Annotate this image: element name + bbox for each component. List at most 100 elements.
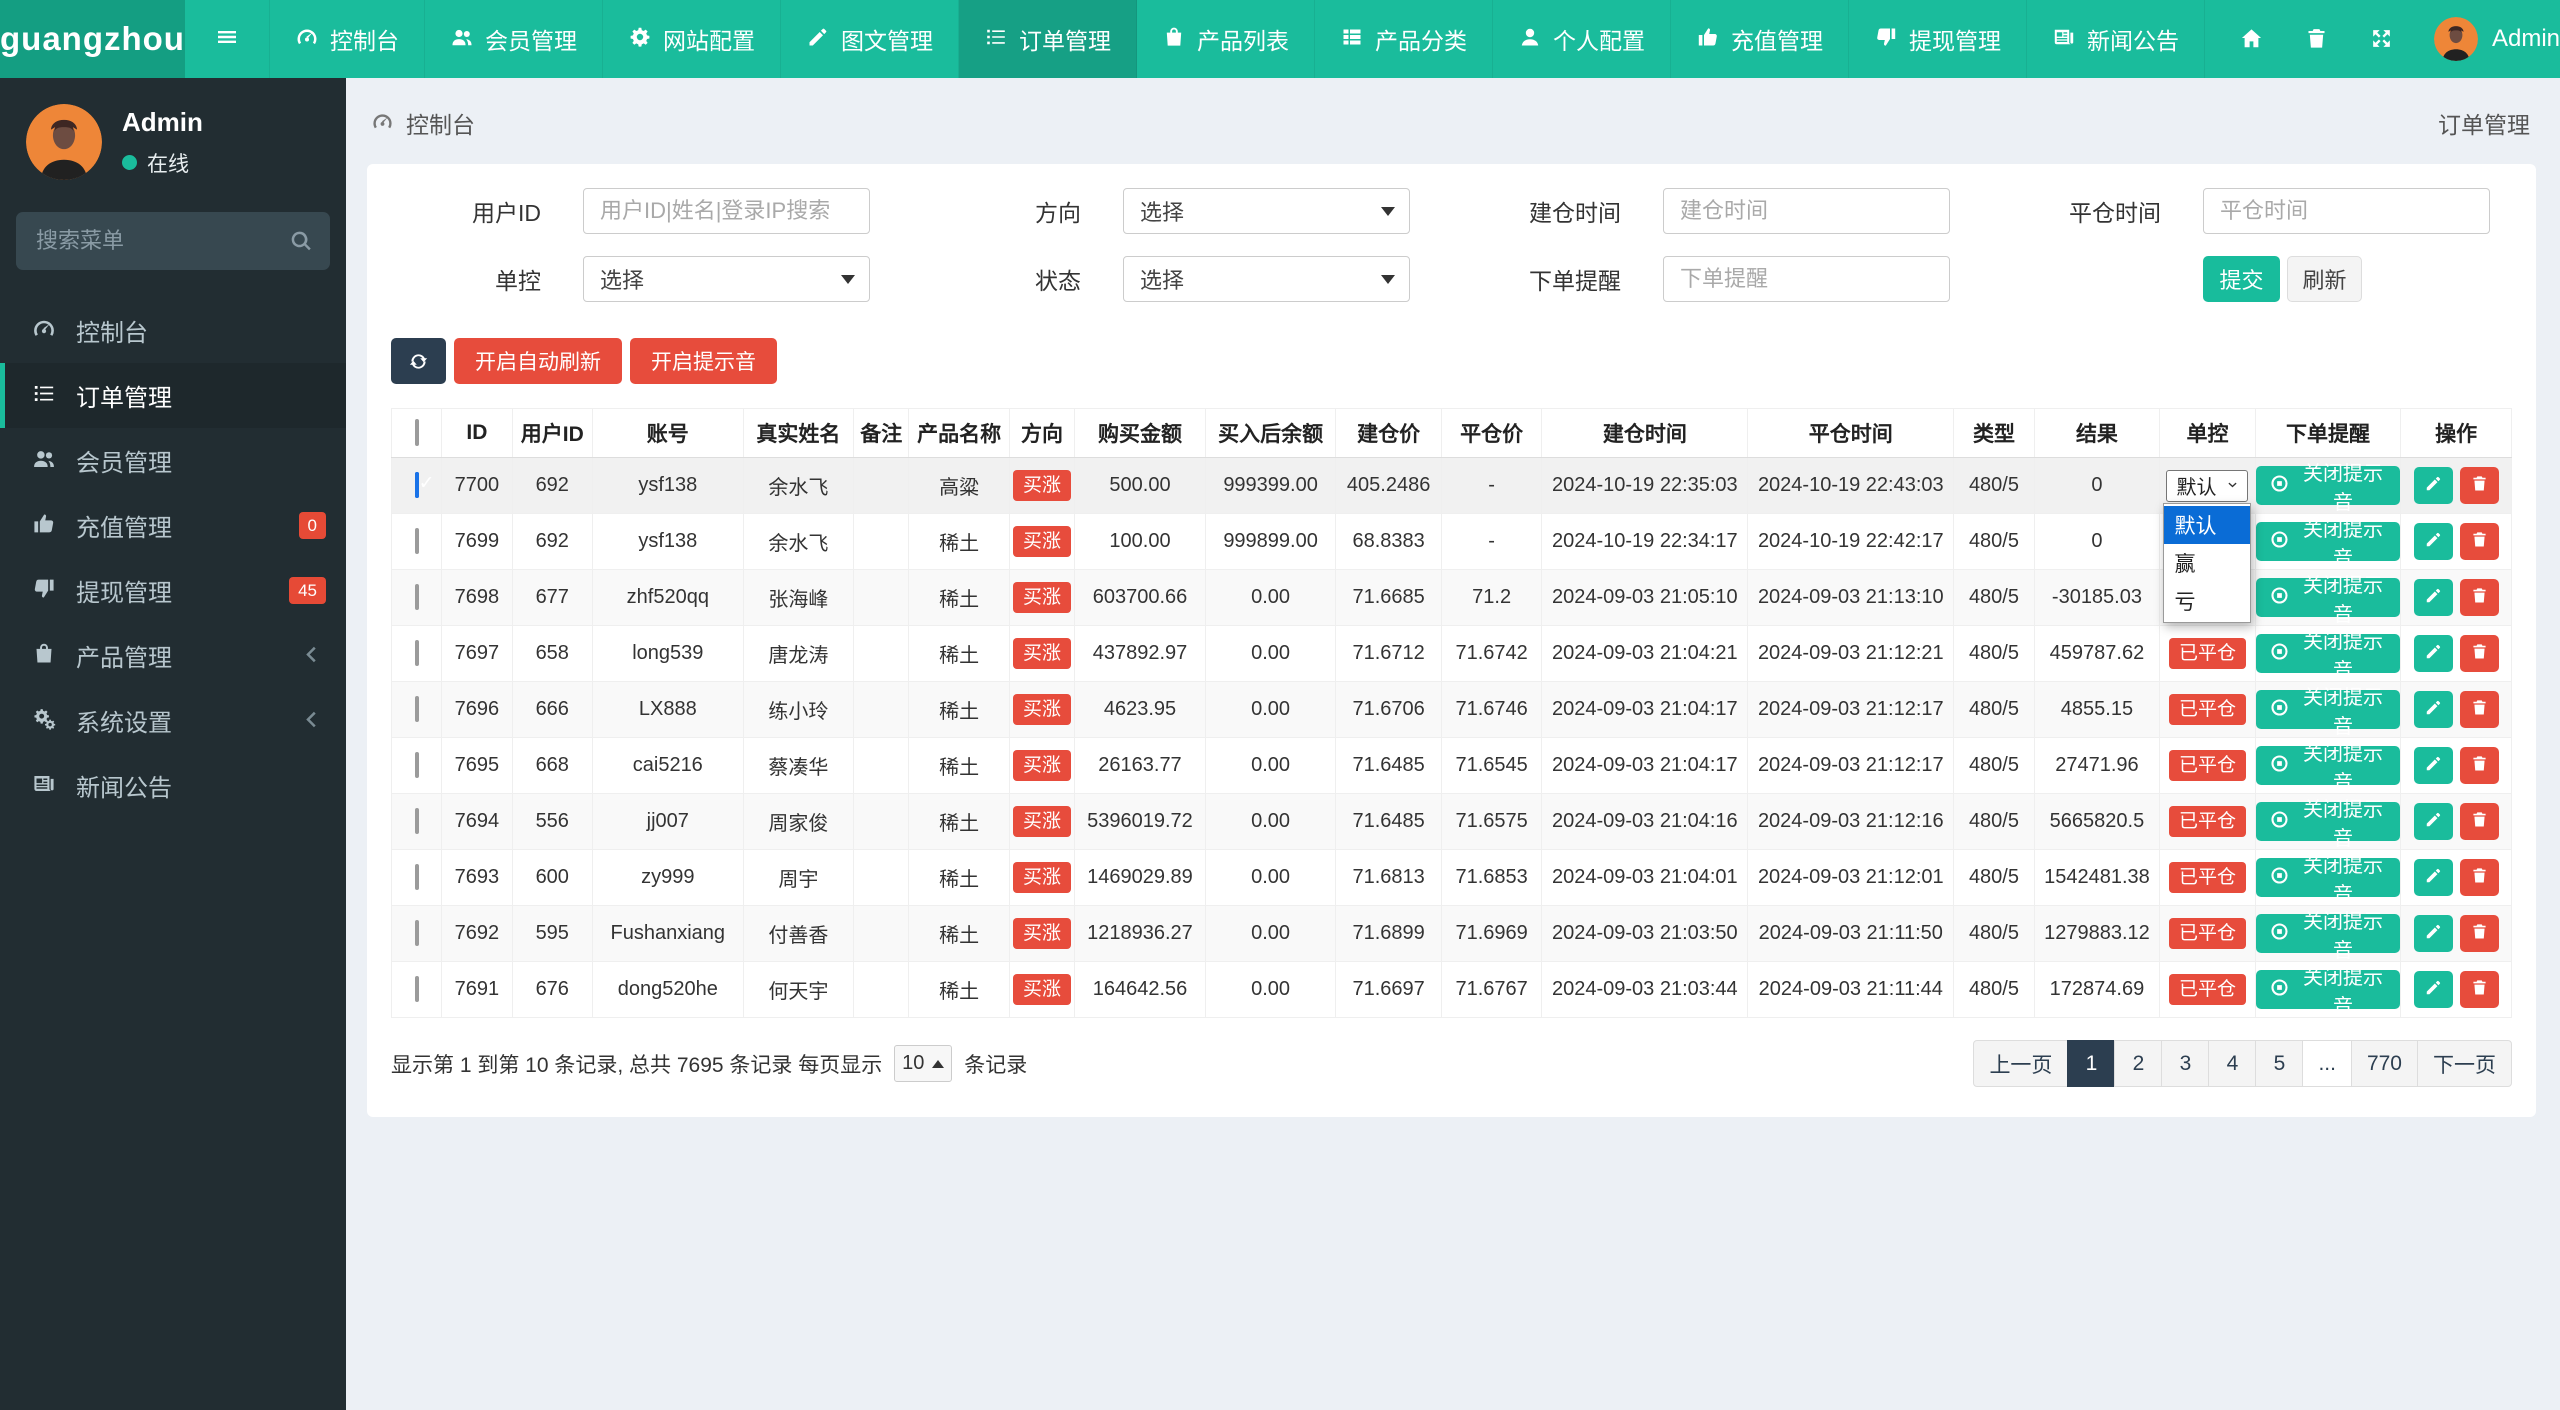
sidebar-item-withdraw[interactable]: 提现管理 45 — [0, 558, 346, 623]
edit-button[interactable] — [2413, 579, 2453, 616]
close-sound-button[interactable]: 关闭提示音 — [2256, 575, 2400, 625]
search-icon[interactable] — [288, 227, 314, 258]
page-prev-button[interactable]: 上一页 — [1973, 1040, 2069, 1087]
nav-item-withdraw[interactable]: 提现管理 — [1849, 0, 2027, 78]
nav-item-members[interactable]: 会员管理 — [425, 0, 603, 78]
page-size-select[interactable]: 10 — [894, 1045, 953, 1082]
close-sound-button[interactable]: 关闭提示音 — [2256, 855, 2400, 905]
auto-refresh-button[interactable]: 开启自动刷新 — [454, 338, 622, 384]
delete-button[interactable] — [2459, 915, 2499, 952]
edit-button[interactable] — [2413, 915, 2453, 952]
control-select[interactable]: 选择 — [583, 256, 870, 302]
nav-item-recharge[interactable]: 充值管理 — [1671, 0, 1849, 78]
row-checkbox[interactable] — [414, 528, 419, 554]
sidebar-item-products[interactable]: 产品管理 — [0, 623, 346, 688]
delete-button[interactable] — [2459, 859, 2499, 896]
nav-item-product-list[interactable]: 产品列表 — [1137, 0, 1315, 78]
delete-button[interactable] — [2459, 523, 2499, 560]
close-sound-button[interactable]: 关闭提示音 — [2256, 911, 2400, 961]
close-sound-button[interactable]: 关闭提示音 — [2256, 463, 2400, 513]
sidebar-item-orders[interactable]: 订单管理 — [0, 363, 346, 428]
page-4-button[interactable]: 4 — [2208, 1040, 2257, 1087]
close-sound-button[interactable]: 关闭提示音 — [2256, 687, 2400, 737]
page-1-button[interactable]: 1 — [2067, 1040, 2116, 1087]
sound-toggle-button[interactable]: 开启提示音 — [630, 338, 777, 384]
pencil-icon — [2424, 922, 2443, 945]
row-checkbox[interactable] — [414, 808, 419, 834]
page-3-button[interactable]: 3 — [2161, 1040, 2210, 1087]
delete-button[interactable] — [2459, 803, 2499, 840]
control-option[interactable]: 赢 — [2164, 544, 2250, 582]
remind-input[interactable] — [1663, 256, 1950, 302]
delete-button[interactable] — [2459, 579, 2499, 616]
navbar-user-menu[interactable]: Admin — [2433, 17, 2560, 61]
page-next-button[interactable]: 下一页 — [2417, 1040, 2512, 1087]
nav-item-orders[interactable]: 订单管理 — [958, 0, 1137, 78]
nav-item-news[interactable]: 新闻公告 — [2027, 0, 2205, 78]
edit-button[interactable] — [2413, 635, 2453, 672]
delete-button[interactable] — [2459, 971, 2499, 1008]
refresh-button[interactable]: 刷新 — [2287, 256, 2362, 302]
edit-button[interactable] — [2413, 747, 2453, 784]
sidebar-item-news[interactable]: 新闻公告 — [0, 753, 346, 818]
sidebar-toggle-button[interactable] — [185, 0, 270, 78]
delete-button[interactable] — [2459, 747, 2499, 784]
cell-direction: 买涨 — [1008, 625, 1076, 682]
page-770-button[interactable]: 770 — [2350, 1040, 2418, 1087]
reload-button[interactable] — [391, 338, 446, 384]
nav-item-product-category[interactable]: 产品分类 — [1315, 0, 1493, 78]
control-select[interactable]: 默认 — [2166, 469, 2249, 502]
status-select[interactable]: 选择 — [1123, 256, 1410, 302]
user-id-input[interactable] — [583, 188, 870, 234]
nav-item-content[interactable]: 图文管理 — [781, 0, 959, 78]
row-checkbox[interactable] — [414, 864, 419, 890]
nav-item-label: 充值管理 — [1730, 28, 1823, 54]
row-checkbox[interactable] — [414, 584, 419, 610]
open-time-input[interactable] — [1663, 188, 1950, 234]
edit-button[interactable] — [2413, 859, 2453, 896]
home-icon[interactable] — [2239, 26, 2264, 53]
edit-button[interactable] — [2413, 523, 2453, 560]
direction-select[interactable]: 选择 — [1123, 188, 1410, 234]
sidebar-search-input[interactable] — [16, 212, 330, 270]
sidebar-item-dashboard[interactable]: 控制台 — [0, 298, 346, 363]
control-option[interactable]: 亏 — [2164, 582, 2250, 620]
avatar[interactable] — [26, 104, 102, 180]
edit-button[interactable] — [2413, 803, 2453, 840]
select-all-checkbox[interactable] — [414, 419, 419, 446]
sidebar-item-recharge[interactable]: 充值管理 0 — [0, 493, 346, 558]
page-2-button[interactable]: 2 — [2114, 1040, 2163, 1087]
close-sound-button[interactable]: 关闭提示音 — [2256, 799, 2400, 849]
close-sound-button[interactable]: 关闭提示音 — [2256, 967, 2400, 1017]
nav-item-dashboard[interactable]: 控制台 — [270, 0, 425, 78]
row-checkbox[interactable] — [414, 976, 419, 1002]
delete-button[interactable] — [2459, 467, 2499, 504]
edit-button[interactable] — [2413, 971, 2453, 1008]
row-checkbox[interactable] — [414, 920, 419, 946]
row-checkbox[interactable] — [414, 696, 419, 722]
nav-item-profile[interactable]: 个人配置 — [1493, 0, 1671, 78]
row-checkbox[interactable] — [414, 752, 419, 778]
close-sound-button[interactable]: 关闭提示音 — [2256, 519, 2400, 569]
row-checkbox[interactable] — [414, 640, 419, 666]
fullscreen-icon[interactable] — [2369, 26, 2394, 53]
nav-item-site-config[interactable]: 网站配置 — [603, 0, 781, 78]
row-checkbox[interactable] — [414, 472, 419, 498]
page-5-button[interactable]: 5 — [2255, 1040, 2304, 1087]
submit-button[interactable]: 提交 — [2203, 256, 2280, 302]
delete-button[interactable] — [2459, 635, 2499, 672]
delete-button[interactable] — [2459, 691, 2499, 728]
power-icon — [2269, 753, 2290, 777]
sidebar-item-system-settings[interactable]: 系统设置 — [0, 688, 346, 753]
brand-logo[interactable]: guangzhou — [0, 0, 185, 78]
edit-button[interactable] — [2413, 467, 2453, 504]
sidebar-item-members[interactable]: 会员管理 — [0, 428, 346, 493]
close-sound-button[interactable]: 关闭提示音 — [2256, 743, 2400, 793]
close-time-input[interactable] — [2203, 188, 2490, 234]
edit-button[interactable] — [2413, 691, 2453, 728]
caret-down-icon — [1381, 206, 1395, 216]
trash-icon[interactable] — [2304, 26, 2329, 53]
control-option[interactable]: 默认 — [2164, 506, 2251, 544]
breadcrumb[interactable]: 控制台 — [371, 106, 475, 140]
close-sound-button[interactable]: 关闭提示音 — [2256, 631, 2400, 681]
